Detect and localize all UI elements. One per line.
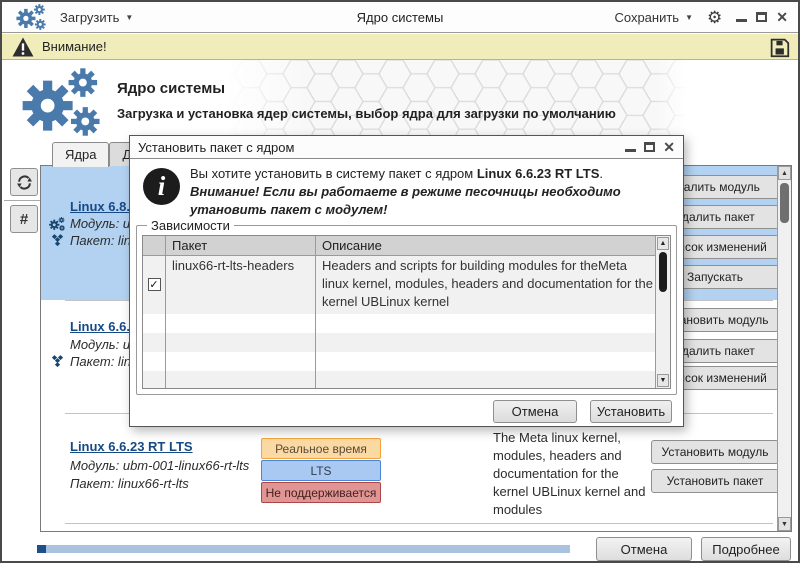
kernel-link[interactable]: Linux 6.8. bbox=[70, 199, 130, 214]
scroll-up-icon[interactable]: ▲ bbox=[657, 237, 669, 250]
module-gears-icon bbox=[49, 217, 65, 231]
package-icon bbox=[50, 233, 65, 247]
close-button[interactable]: ✕ bbox=[776, 10, 788, 24]
kernel-description: The Meta linux kernel, modules, headers … bbox=[493, 429, 653, 519]
kernel-package: Пакет: lin bbox=[70, 233, 131, 248]
badge-unsupported: Не поддерживается bbox=[261, 482, 381, 503]
dialog-install-button[interactable]: Установить bbox=[590, 400, 672, 423]
table-scrollbar[interactable]: ▲ ▼ bbox=[655, 236, 670, 388]
details-button[interactable]: Подробнее bbox=[701, 537, 791, 561]
header-checkbox-column bbox=[143, 236, 166, 255]
dialog-minimize-button[interactable] bbox=[625, 149, 636, 152]
package-icon bbox=[50, 354, 65, 368]
header-package: Пакет bbox=[166, 236, 316, 255]
minimize-button[interactable] bbox=[736, 19, 747, 22]
sidebar-separator bbox=[4, 200, 40, 201]
dependency-checkbox[interactable]: ✓ bbox=[148, 278, 161, 291]
dialog-cancel-button[interactable]: Отмена bbox=[493, 400, 577, 423]
table-header: Пакет Описание bbox=[143, 236, 656, 256]
empty-row bbox=[143, 333, 656, 352]
hash-icon: # bbox=[20, 211, 28, 228]
chevron-down-icon: ▼ bbox=[685, 13, 693, 22]
dependency-package: linux66-rt-lts-headers bbox=[166, 256, 316, 314]
header-description: Описание bbox=[316, 236, 656, 255]
kernel-module: Модуль: и bbox=[70, 337, 130, 352]
hash-button[interactable]: # bbox=[10, 205, 38, 233]
footer-bar: Отмена Подробнее bbox=[2, 533, 798, 561]
page-title: Ядро системы bbox=[117, 80, 225, 97]
maximize-button[interactable] bbox=[756, 12, 767, 22]
scroll-up-icon[interactable]: ▲ bbox=[778, 166, 791, 180]
warning-triangle-icon bbox=[12, 37, 34, 57]
message-suffix: . bbox=[599, 166, 603, 181]
dependencies-table: Пакет Описание ✓ linux66-rt-lts-headers … bbox=[142, 235, 671, 389]
progress-fill bbox=[37, 545, 46, 553]
badge-realtime: Реальное время bbox=[261, 438, 381, 459]
kernel-package: Пакет: lin bbox=[70, 354, 131, 369]
empty-row bbox=[143, 371, 656, 389]
kernel-link[interactable]: Linux 6.6. bbox=[70, 319, 130, 334]
refresh-icon bbox=[15, 173, 34, 192]
row-divider bbox=[65, 523, 773, 524]
message-prefix: Вы хотите установить в систему пакет с я… bbox=[190, 166, 477, 181]
kernel-link[interactable]: Linux 6.6.23 RT LTS bbox=[70, 439, 193, 454]
table-row[interactable]: ✓ linux66-rt-lts-headers Headers and scr… bbox=[143, 256, 656, 314]
warning-label: Внимание! bbox=[42, 39, 107, 54]
kernel-gears-icon bbox=[18, 68, 104, 136]
dialog-message: Вы хотите установить в систему пакет с я… bbox=[190, 165, 677, 219]
info-icon: i bbox=[143, 168, 180, 205]
kernel-package: Пакет: linux66-rt-lts bbox=[70, 476, 189, 491]
empty-row bbox=[143, 352, 656, 371]
install-kernel-dialog: Установить пакет с ядром ✕ i Вы хотите у… bbox=[129, 135, 684, 427]
message-kernel-name: Linux 6.6.23 RT LTS bbox=[477, 166, 600, 181]
scroll-down-icon[interactable]: ▼ bbox=[778, 517, 791, 531]
dialog-titlebar: Установить пакет с ядром ✕ bbox=[130, 136, 683, 159]
badge-lts: LTS bbox=[261, 460, 381, 481]
settings-gear-icon[interactable]: ⚙ bbox=[707, 9, 722, 26]
titlebar: Загрузить ▼ Ядро системы Сохранить ▼ ⚙ ✕ bbox=[2, 2, 798, 33]
dialog-maximize-button[interactable] bbox=[644, 142, 655, 152]
empty-row bbox=[143, 314, 656, 333]
dependency-description: Headers and scripts for building modules… bbox=[316, 256, 656, 314]
save-menu-label: Сохранить bbox=[614, 10, 679, 25]
install-package-button[interactable]: Установить пакет bbox=[651, 469, 779, 493]
refresh-button[interactable] bbox=[10, 168, 38, 196]
vertical-scrollbar[interactable]: ▲ ▼ bbox=[777, 166, 791, 531]
dialog-close-button[interactable]: ✕ bbox=[663, 140, 675, 154]
dependencies-legend: Зависимости bbox=[147, 218, 234, 233]
cancel-button[interactable]: Отмена bbox=[596, 537, 692, 561]
install-module-button[interactable]: Установить модуль bbox=[651, 440, 779, 464]
app-window: Загрузить ▼ Ядро системы Сохранить ▼ ⚙ ✕… bbox=[0, 0, 800, 563]
scroll-down-icon[interactable]: ▼ bbox=[657, 374, 669, 387]
save-menu-button[interactable]: Сохранить ▼ bbox=[614, 10, 693, 25]
save-floppy-icon[interactable] bbox=[769, 37, 790, 58]
dependencies-group: Зависимости Пакет Описание ✓ linux66-rt-… bbox=[136, 225, 677, 395]
progress-bar bbox=[37, 545, 570, 553]
table-scrollbar-thumb[interactable] bbox=[659, 252, 667, 292]
message-warning: Внимание! Если вы работаете в режиме пес… bbox=[190, 184, 621, 217]
scrollbar-thumb[interactable] bbox=[780, 183, 789, 223]
dialog-title: Установить пакет с ядром bbox=[138, 140, 294, 155]
page-subtitle: Загрузка и установка ядер системы, выбор… bbox=[117, 106, 616, 121]
warning-bar: Внимание! bbox=[2, 34, 798, 60]
kernel-module: Модуль: u bbox=[70, 216, 130, 231]
kernel-module: Модуль: ubm-001-linux66-rt-lts bbox=[70, 458, 249, 473]
tab-kernels[interactable]: Ядра bbox=[52, 142, 109, 167]
hexagon-pattern-background bbox=[227, 60, 687, 140]
page-header: Ядро системы Загрузка и установка ядер с… bbox=[2, 60, 798, 140]
